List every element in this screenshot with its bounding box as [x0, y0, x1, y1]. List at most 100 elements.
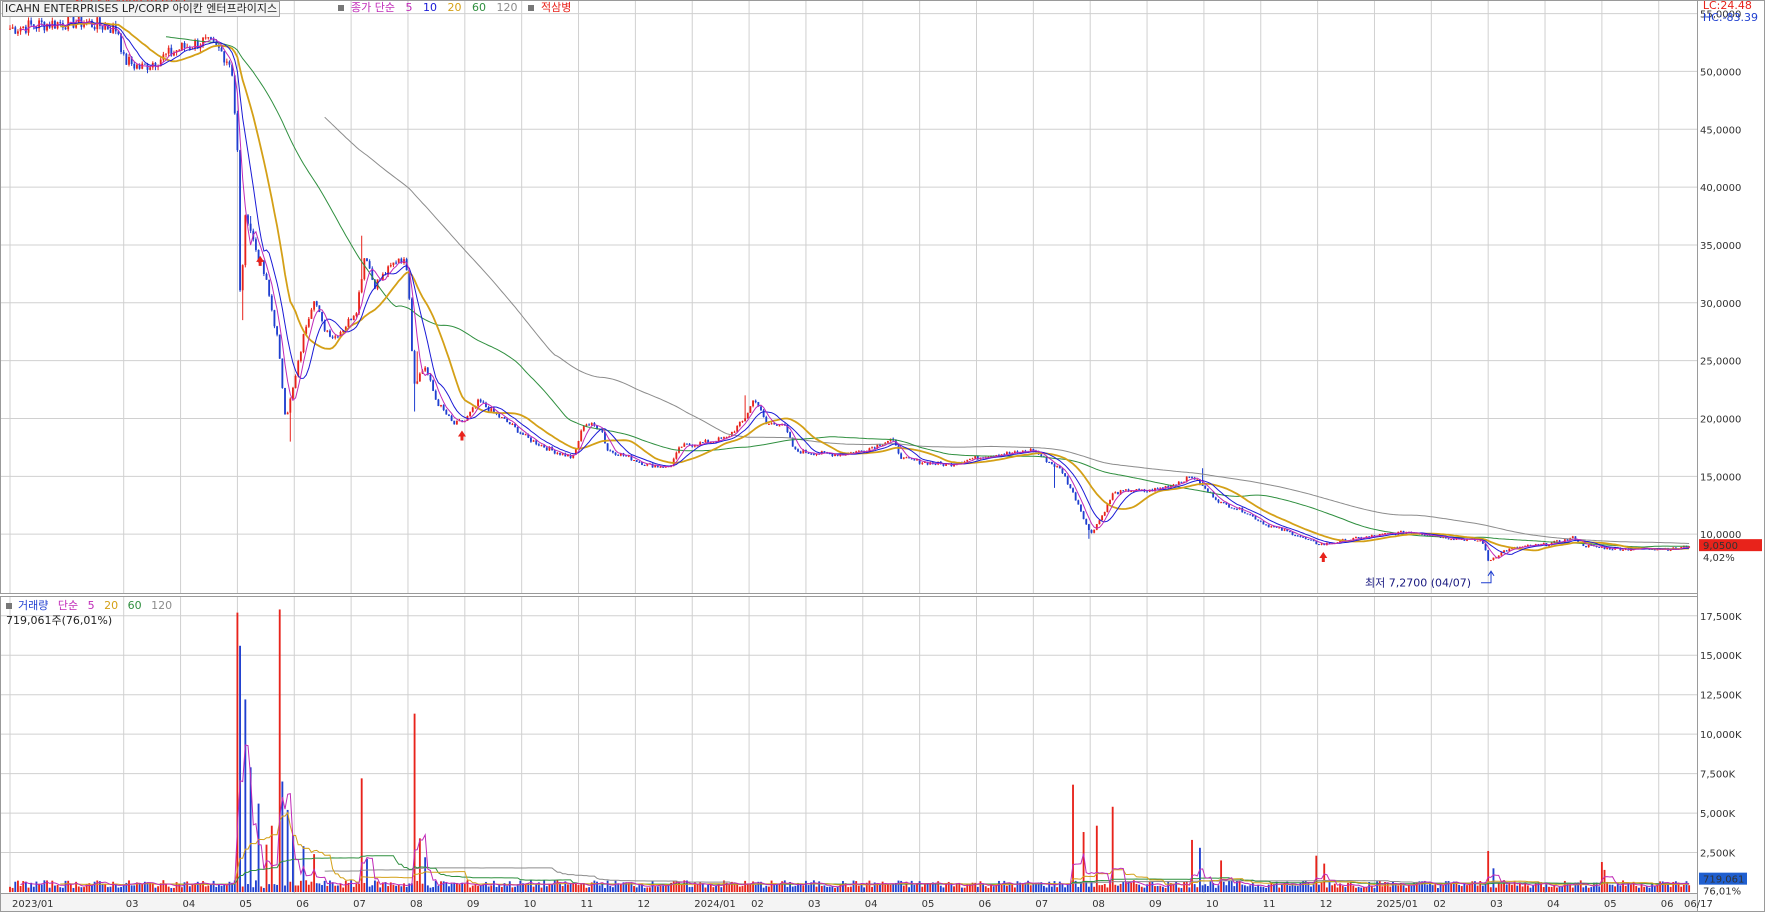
volume-bar-up	[500, 886, 503, 892]
candle-up	[392, 262, 395, 266]
ma120-label[interactable]: 120	[496, 1, 517, 14]
candle-down	[559, 452, 561, 455]
volume-bar-down	[926, 883, 929, 892]
ma10-label[interactable]: 10	[423, 1, 437, 14]
volume-bar-up	[680, 884, 683, 892]
candle-down	[503, 417, 506, 419]
x-tick-label: 05	[239, 899, 252, 910]
volume-bar-up	[490, 885, 493, 892]
volume-bar-down	[1214, 887, 1217, 892]
volume-bar-up	[1093, 886, 1096, 892]
candle-up	[180, 42, 183, 50]
volume-bar-down	[918, 881, 921, 892]
candle-down	[754, 400, 757, 403]
candle-down	[897, 445, 900, 454]
volume-bar-up	[1005, 885, 1008, 892]
candle-down	[273, 310, 276, 327]
volume-bar-up	[1148, 881, 1151, 892]
volume-bar-up	[577, 884, 580, 892]
candle-down	[1222, 502, 1225, 504]
volume-bar-down	[879, 884, 881, 892]
volume-bar-down	[643, 887, 646, 892]
candle-up	[207, 37, 210, 39]
ma60-label[interactable]: 60	[472, 1, 486, 14]
ma5-label[interactable]: 5	[405, 1, 412, 14]
volume-bar-down	[1595, 882, 1598, 892]
candle-down	[64, 27, 67, 30]
volume-bar-up	[1630, 884, 1632, 892]
volume-bar-down	[495, 886, 498, 892]
volume-bar-down	[170, 888, 173, 892]
volume-bar-down	[323, 880, 326, 892]
candle-down	[133, 64, 136, 69]
volume-bar-down	[223, 884, 226, 892]
x-tick-label: 02	[1433, 899, 1446, 910]
volume-bar-up	[955, 883, 958, 892]
candle-up	[471, 407, 474, 412]
candle-down	[519, 432, 522, 434]
volume-bar-down	[371, 885, 374, 892]
candle-down	[143, 63, 146, 65]
pattern-label[interactable]: 적삼병	[541, 1, 571, 14]
volume-bar-down	[783, 880, 786, 892]
candle-down	[797, 449, 799, 452]
volume-bar-up	[746, 883, 749, 892]
candle-down	[1585, 545, 1587, 548]
volume-bar-up	[889, 884, 892, 892]
volume-bar-up	[77, 886, 80, 892]
volume-bar-up	[376, 881, 379, 892]
volume-bar-up	[1659, 881, 1661, 892]
volume-bar-up	[310, 881, 313, 892]
candle-up	[921, 462, 924, 464]
candle-down	[1090, 530, 1093, 533]
volume-bar-up	[1476, 885, 1479, 892]
volume-bar-down	[1193, 884, 1196, 892]
volume-bar-up	[440, 881, 442, 892]
volume-bar-down	[1080, 882, 1082, 892]
volume-bar-up	[1624, 885, 1627, 892]
volume-bar-down	[701, 884, 704, 892]
candle-down	[434, 390, 437, 400]
candle-down	[1262, 521, 1265, 525]
volume-bar-up	[532, 886, 535, 892]
candle-up	[1556, 540, 1558, 542]
candle-down	[900, 453, 903, 459]
ma-label[interactable]: 종가 단순	[351, 1, 395, 14]
volume-bar-up	[56, 884, 59, 892]
volume-bar-down	[1156, 886, 1159, 892]
volume-bar-up	[1130, 882, 1133, 892]
candle-up	[194, 40, 197, 49]
volume-bar-down	[286, 809, 289, 892]
candle-up	[834, 454, 836, 457]
ma20-label[interactable]: 20	[447, 1, 461, 14]
lc-hc-readout: LC:24.48 HC:-83.39	[1703, 0, 1758, 24]
volume-bar-down	[1246, 886, 1249, 892]
candle-down	[1257, 519, 1260, 521]
volume-bar-down	[662, 885, 665, 892]
candle-up	[363, 258, 366, 280]
current-volume-value: 719,061	[1703, 875, 1744, 886]
volume-bar-down	[1318, 884, 1320, 892]
vol-ma5-label[interactable]: 5	[88, 599, 95, 612]
volume-bar-down	[432, 887, 435, 892]
candle-down	[1077, 500, 1080, 505]
volume-bar-down	[1143, 887, 1146, 892]
volume-bar-up	[1056, 887, 1059, 892]
vol-ma60-label[interactable]: 60	[128, 599, 142, 612]
volume-bar-down	[109, 886, 112, 892]
candle-down	[1233, 508, 1236, 510]
low-annotation: 최저 7,2700 (04/07)	[1365, 577, 1471, 590]
volume-bar-down	[651, 880, 654, 892]
volume-bar-up	[313, 854, 316, 892]
volume-bar-up	[1680, 886, 1683, 892]
volume-bar-down	[1032, 884, 1035, 892]
stock-name-box[interactable]: ICAHN ENTERPRISES LP/CORP 아이칸 엔터프라이지스	[2, 1, 281, 17]
candle-up	[1114, 492, 1117, 494]
vol-ma20-label[interactable]: 20	[104, 599, 118, 612]
candle-down	[789, 432, 791, 438]
volume-bar-up	[1315, 855, 1318, 892]
vol-ma120-label[interactable]: 120	[151, 599, 172, 612]
volume-ma-label[interactable]: 단순	[58, 599, 78, 612]
volume-bar-down	[842, 880, 844, 892]
volume-label[interactable]: 거래량	[18, 599, 48, 612]
